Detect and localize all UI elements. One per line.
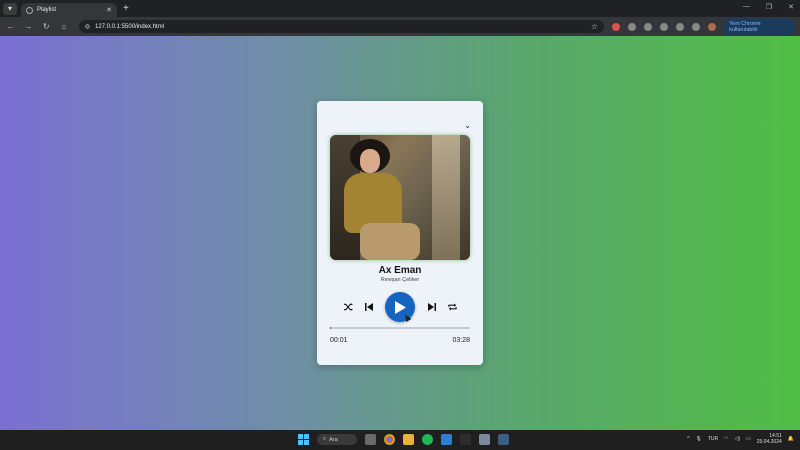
search-label: Ara [329, 436, 338, 443]
browser-toolbar: ← → ↻ ⌂ ◎ 127.0.0.1:5500/index.html ☆ Ye… [0, 17, 800, 36]
window-controls: — ❐ ✕ [743, 3, 794, 11]
language-indicator[interactable]: TUR [708, 436, 718, 442]
extension-icon[interactable] [628, 22, 637, 31]
repeat-icon[interactable] [446, 301, 458, 313]
spotify-icon[interactable] [422, 434, 433, 445]
chevron-down-icon[interactable]: ⌄ [464, 121, 471, 130]
extensions-puzzle-icon[interactable] [644, 22, 653, 31]
current-time: 00:01 [330, 337, 348, 344]
music-player-card: ⌄ Ax Eman Rewşan Çeliker 00:01 03:28 [317, 101, 483, 365]
chevron-up-icon[interactable]: ^ [687, 436, 689, 442]
system-tray: ^ 🎙 TUR ◠ ◁) ▭ 14:51 25.04.2024 🔔 [687, 433, 794, 445]
shuffle-icon[interactable] [342, 301, 354, 313]
windows-start-icon[interactable] [298, 434, 309, 445]
download-icon[interactable] [676, 22, 685, 31]
next-track-icon[interactable] [426, 301, 438, 313]
total-time: 03:28 [452, 337, 470, 344]
battery-icon[interactable]: ▭ [746, 436, 751, 442]
sidepanel-icon[interactable] [692, 22, 701, 31]
playback-controls [317, 292, 483, 323]
previous-track-icon[interactable] [363, 301, 375, 313]
browser-tab[interactable]: Playlist ✕ [21, 3, 117, 17]
vscode-icon[interactable] [441, 434, 452, 445]
os-taskbar: ⌕ Ara ^ 🎙 TUR ◠ ◁) ▭ 14:51 25.04.2024 🔔 [0, 430, 800, 450]
task-view-icon[interactable] [365, 434, 376, 445]
song-artist: Rewşan Çeliker [380, 277, 420, 283]
tab-search-icon[interactable]: ▾ [3, 2, 17, 15]
extension-icon[interactable] [612, 22, 621, 31]
restore-icon[interactable]: ❐ [766, 3, 772, 11]
app-icon[interactable] [460, 434, 471, 445]
song-title: Ax Eman [378, 265, 422, 276]
taskbar-search[interactable]: ⌕ Ara [317, 434, 357, 445]
search-icon: ⌕ [323, 436, 327, 442]
close-icon[interactable]: ✕ [106, 6, 112, 14]
reload-icon[interactable]: ↻ [41, 22, 51, 31]
address-bar[interactable]: ◎ 127.0.0.1:5500/index.html ☆ [78, 20, 605, 33]
extensions-area [612, 22, 717, 31]
progress-bar[interactable] [330, 327, 470, 329]
file-explorer-icon[interactable] [403, 434, 414, 445]
volume-icon[interactable]: ◁) [734, 436, 740, 442]
new-tab-button[interactable]: + [123, 3, 129, 14]
play-icon [395, 300, 406, 314]
close-window-icon[interactable]: ✕ [788, 3, 794, 11]
browser-titlebar: ▾ Playlist ✕ + — ❐ ✕ [0, 0, 800, 17]
app-icon[interactable] [498, 434, 509, 445]
wifi-icon[interactable]: ◠ [724, 436, 728, 442]
album-cover-image [330, 135, 470, 260]
forward-icon[interactable]: → [24, 22, 34, 31]
chrome-update-button[interactable]: Yeni Chrome kullanılabilir [724, 17, 795, 36]
clock[interactable]: 14:51 25.04.2024 [757, 433, 782, 445]
cast-icon[interactable] [660, 22, 669, 31]
minimize-icon[interactable]: — [743, 3, 750, 11]
profile-avatar[interactable] [708, 22, 717, 31]
progress-fill [330, 327, 331, 329]
globe-icon [26, 6, 33, 14]
settings-icon[interactable] [479, 434, 490, 445]
chrome-icon[interactable] [384, 434, 395, 445]
page-viewport: ⌄ Ax Eman Rewşan Çeliker 00:01 03:28 [0, 36, 800, 430]
tab-title: Playlist [37, 7, 57, 13]
back-icon[interactable]: ← [6, 22, 16, 31]
microphone-icon[interactable]: 🎙 [695, 436, 701, 442]
url-text: 127.0.0.1:5500/index.html [95, 23, 165, 30]
clock-date: 25.04.2024 [756, 439, 782, 445]
notification-bell-icon[interactable]: 🔔 [788, 436, 794, 442]
bookmark-star-icon[interactable]: ☆ [591, 22, 598, 31]
site-info-icon[interactable]: ◎ [85, 23, 90, 30]
home-icon[interactable]: ⌂ [59, 22, 69, 31]
taskbar-apps: ⌕ Ara [298, 434, 509, 445]
